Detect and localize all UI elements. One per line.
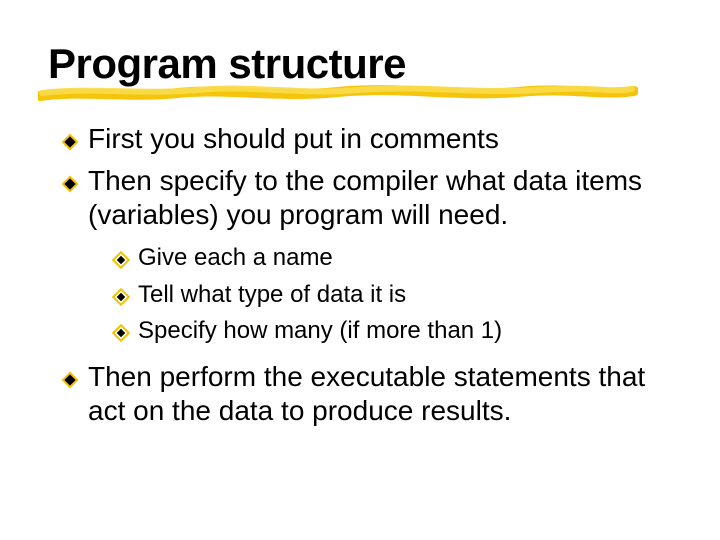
sub-item: Tell what type of data it is [112,279,672,311]
sub-text: Tell what type of data it is [138,281,406,308]
title-wrap: Program structure [48,40,672,88]
sub-text: Give each a name [138,244,333,271]
sub-item: Specify how many (if more than 1) [112,315,672,347]
sub-marker-icon [112,246,130,264]
bullet-marker-icon [60,364,80,384]
bullet-item: Then specify to the compiler what data i… [60,164,672,347]
bullet-item: Then perform the executable statements t… [60,360,672,428]
bullet-marker-icon [60,126,80,146]
sub-item: Give each a name [112,242,672,274]
sub-marker-icon [112,283,130,301]
sub-marker-icon [112,319,130,337]
sub-text: Specify how many (if more than 1) [138,317,502,344]
bullet-text: First you should put in comments [88,123,499,154]
sub-list: Give each a name Tell what type of data … [88,242,672,347]
bullet-text: Then perform the executable statements t… [88,361,645,426]
slide-title: Program structure [48,40,672,88]
bullet-item: First you should put in comments [60,122,672,156]
bullet-text: Then specify to the compiler what data i… [88,165,642,230]
bullet-marker-icon [60,168,80,188]
bullet-list: First you should put in comments Then sp… [48,122,672,428]
slide: Program structure First you should put i… [0,0,720,540]
